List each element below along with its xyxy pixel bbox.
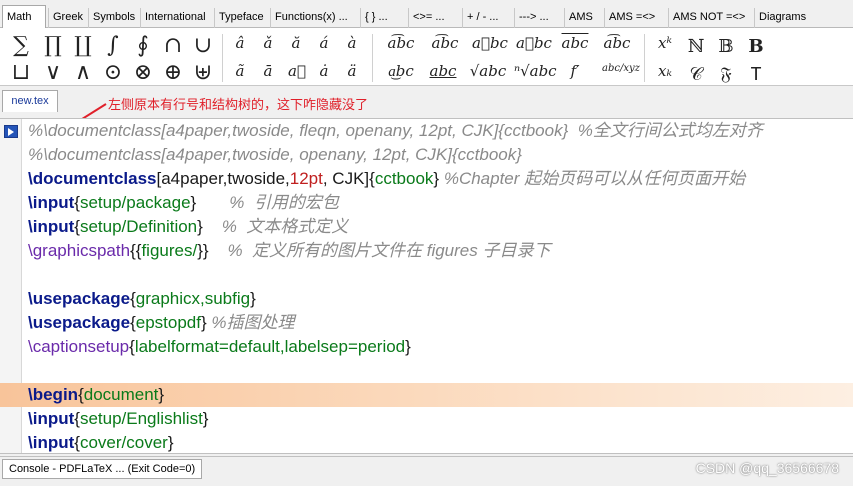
ddot-accent[interactable]: ä: [344, 64, 360, 79]
editor-line[interactable]: \graphicspath{{figures/}} % 定义所有的图片文件在 f…: [0, 239, 853, 263]
tab-ams-relations[interactable]: AMS =<>: [604, 8, 666, 28]
console-tab[interactable]: Console - PDFLaTeX ... (Exit Code=0): [2, 459, 203, 479]
divider: [372, 34, 373, 82]
bar-accent[interactable]: ā: [260, 64, 276, 79]
check-accent[interactable]: ǎ: [260, 36, 276, 51]
line-text: \input{setup/Englishlist}: [28, 409, 209, 428]
product-symbol[interactable]: ∏: [42, 33, 64, 58]
editor-line[interactable]: [0, 359, 853, 383]
nth-root-symbol[interactable]: ⁿ√abc: [514, 64, 557, 79]
blackboard-n-symbol[interactable]: ℕ: [686, 36, 706, 57]
overrightarrow-symbol[interactable]: a⃗bc: [516, 36, 552, 51]
file-tab-new-tex[interactable]: new.tex: [2, 90, 58, 112]
symbol-tab-bar: Math Greek Symbols International Typefac…: [0, 0, 853, 29]
blackboard-b-symbol[interactable]: 𝔹: [716, 36, 736, 57]
editor-line[interactable]: \usepackage{graphicx,subfig}: [0, 287, 853, 311]
tab-typeface[interactable]: Typeface: [214, 8, 268, 28]
editor-line-highlighted[interactable]: \begin{document}: [0, 383, 853, 407]
circled-times-symbol[interactable]: ⊗: [132, 60, 154, 85]
divider: [222, 34, 223, 82]
code-editor[interactable]: %\documentclass[a4paper,twoside, fleqn, …: [0, 118, 853, 454]
union-symbol[interactable]: ∪: [192, 33, 214, 58]
intersection-symbol[interactable]: ∩: [162, 33, 184, 58]
tab-relations[interactable]: <>= ...: [408, 8, 460, 28]
vec-accent[interactable]: a⃗: [288, 64, 306, 79]
overbrace-symbol[interactable]: a͡bc: [384, 36, 418, 51]
bold-b-symbol[interactable]: B: [746, 36, 766, 57]
editor-line[interactable]: \input{cover/cover}: [0, 431, 853, 453]
editor-line[interactable]: \documentclass[a4paper,twoside,12pt, CJK…: [0, 167, 853, 191]
tab-greek[interactable]: Greek: [48, 8, 86, 28]
coproduct-symbol[interactable]: ∐: [72, 33, 94, 58]
line-text: %\documentclass[a4paper,twoside, fleqn, …: [28, 121, 763, 140]
hat-accent[interactable]: â: [232, 36, 248, 51]
line-text: \usepackage{epstopdf} %插图处理: [28, 313, 295, 332]
editor-line[interactable]: [0, 263, 853, 287]
tab-functions[interactable]: Functions(x) ...: [270, 8, 358, 28]
editor-line[interactable]: \usepackage{epstopdf} %插图处理: [0, 311, 853, 335]
circled-dot-symbol[interactable]: ⊙: [102, 60, 124, 85]
prime-symbol[interactable]: f′: [566, 64, 584, 79]
watermark: CSDN @qq_36566678: [695, 460, 839, 476]
symbol-panel: ∑ ∏ ∐ ∫ ∮ ∩ ∪ ⊔ ∨ ∧ ⊙ ⊗ ⊕ ⊎ â ǎ ă á à ã …: [0, 28, 853, 86]
editor-line[interactable]: %\documentclass[a4paper,twoside, fleqn, …: [0, 119, 853, 143]
line-text: \input{setup/Definition} % 文本格式定义: [28, 217, 349, 236]
grave-accent[interactable]: à: [344, 36, 360, 51]
line-text: \input{cover/cover}: [28, 433, 174, 452]
overline-symbol[interactable]: abc: [560, 36, 590, 51]
fraktur-f-symbol[interactable]: 𝔉: [716, 64, 736, 85]
editor-line[interactable]: \captionsetup{labelformat=default,labels…: [0, 335, 853, 359]
tab-international[interactable]: International: [140, 8, 212, 28]
overleftarrow-symbol[interactable]: a⃖bc: [472, 36, 508, 51]
sum-symbol[interactable]: ∑: [10, 33, 32, 58]
circled-plus-symbol[interactable]: ⊕: [162, 60, 184, 85]
annotation-text: 左侧原本有行号和结构树的，这下咋隐藏没了: [108, 98, 369, 113]
editor-line[interactable]: \input{setup/Definition} % 文本格式定义: [0, 215, 853, 239]
underbrace-symbol[interactable]: a͜bc: [384, 64, 418, 79]
line-text: \usepackage{graphicx,subfig}: [28, 289, 256, 308]
contour-integral-symbol[interactable]: ∮: [132, 33, 154, 58]
logical-and-symbol[interactable]: ∧: [72, 60, 94, 85]
line-text: \documentclass[a4paper,twoside,12pt, CJK…: [28, 169, 746, 188]
square-union-symbol[interactable]: ⊔: [10, 60, 32, 85]
tab-ams[interactable]: AMS: [564, 8, 602, 28]
tilde-accent[interactable]: ã: [232, 64, 248, 79]
superscript-symbol[interactable]: xᵏ: [654, 36, 676, 51]
line-text: \graphicspath{{figures/}} % 定义所有的图片文件在 f…: [28, 241, 551, 260]
tab-arrows[interactable]: ---> ...: [514, 8, 562, 28]
line-text: %\documentclass[a4paper,twoside, openany…: [28, 145, 522, 164]
line-text: \captionsetup{labelformat=default,labels…: [28, 337, 411, 356]
tab-symbols[interactable]: Symbols: [88, 8, 138, 28]
logical-or-symbol[interactable]: ∨: [42, 60, 64, 85]
tab-ams-not-relations[interactable]: AMS NOT =<>: [668, 8, 752, 28]
editor-line[interactable]: \input{setup/Englishlist}: [0, 407, 853, 431]
line-text: \input{setup/package} % 引用的宏包: [28, 193, 339, 212]
tab-braces[interactable]: { } ...: [360, 8, 406, 28]
tab-math[interactable]: Math: [2, 5, 46, 29]
acute-accent[interactable]: á: [316, 36, 332, 51]
typewriter-t-symbol[interactable]: T: [746, 64, 766, 85]
sqrt-symbol[interactable]: √abc: [468, 64, 508, 79]
tab-operators[interactable]: + / - ...: [462, 8, 512, 28]
overarc-symbol[interactable]: a͡bc: [428, 36, 462, 51]
multiset-union-symbol[interactable]: ⊎: [192, 60, 214, 85]
integral-symbol[interactable]: ∫: [102, 33, 124, 58]
tab-diagrams[interactable]: Diagrams: [754, 8, 810, 28]
line-text: \begin{document}: [28, 385, 165, 404]
widehat-symbol[interactable]: a͡bc: [600, 36, 634, 51]
editor-line[interactable]: %\documentclass[a4paper,twoside, openany…: [0, 143, 853, 167]
dot-accent[interactable]: ȧ: [316, 64, 332, 79]
breve-accent[interactable]: ă: [288, 36, 304, 51]
editor-line[interactable]: \input{setup/package} % 引用的宏包: [0, 191, 853, 215]
subscript-symbol[interactable]: xₖ: [654, 64, 676, 79]
calligraphic-c-symbol[interactable]: 𝒞: [686, 64, 706, 85]
divider: [644, 34, 645, 82]
fraction-symbol[interactable]: abc/xyz: [602, 64, 640, 74]
underline-symbol[interactable]: abc: [428, 64, 458, 79]
